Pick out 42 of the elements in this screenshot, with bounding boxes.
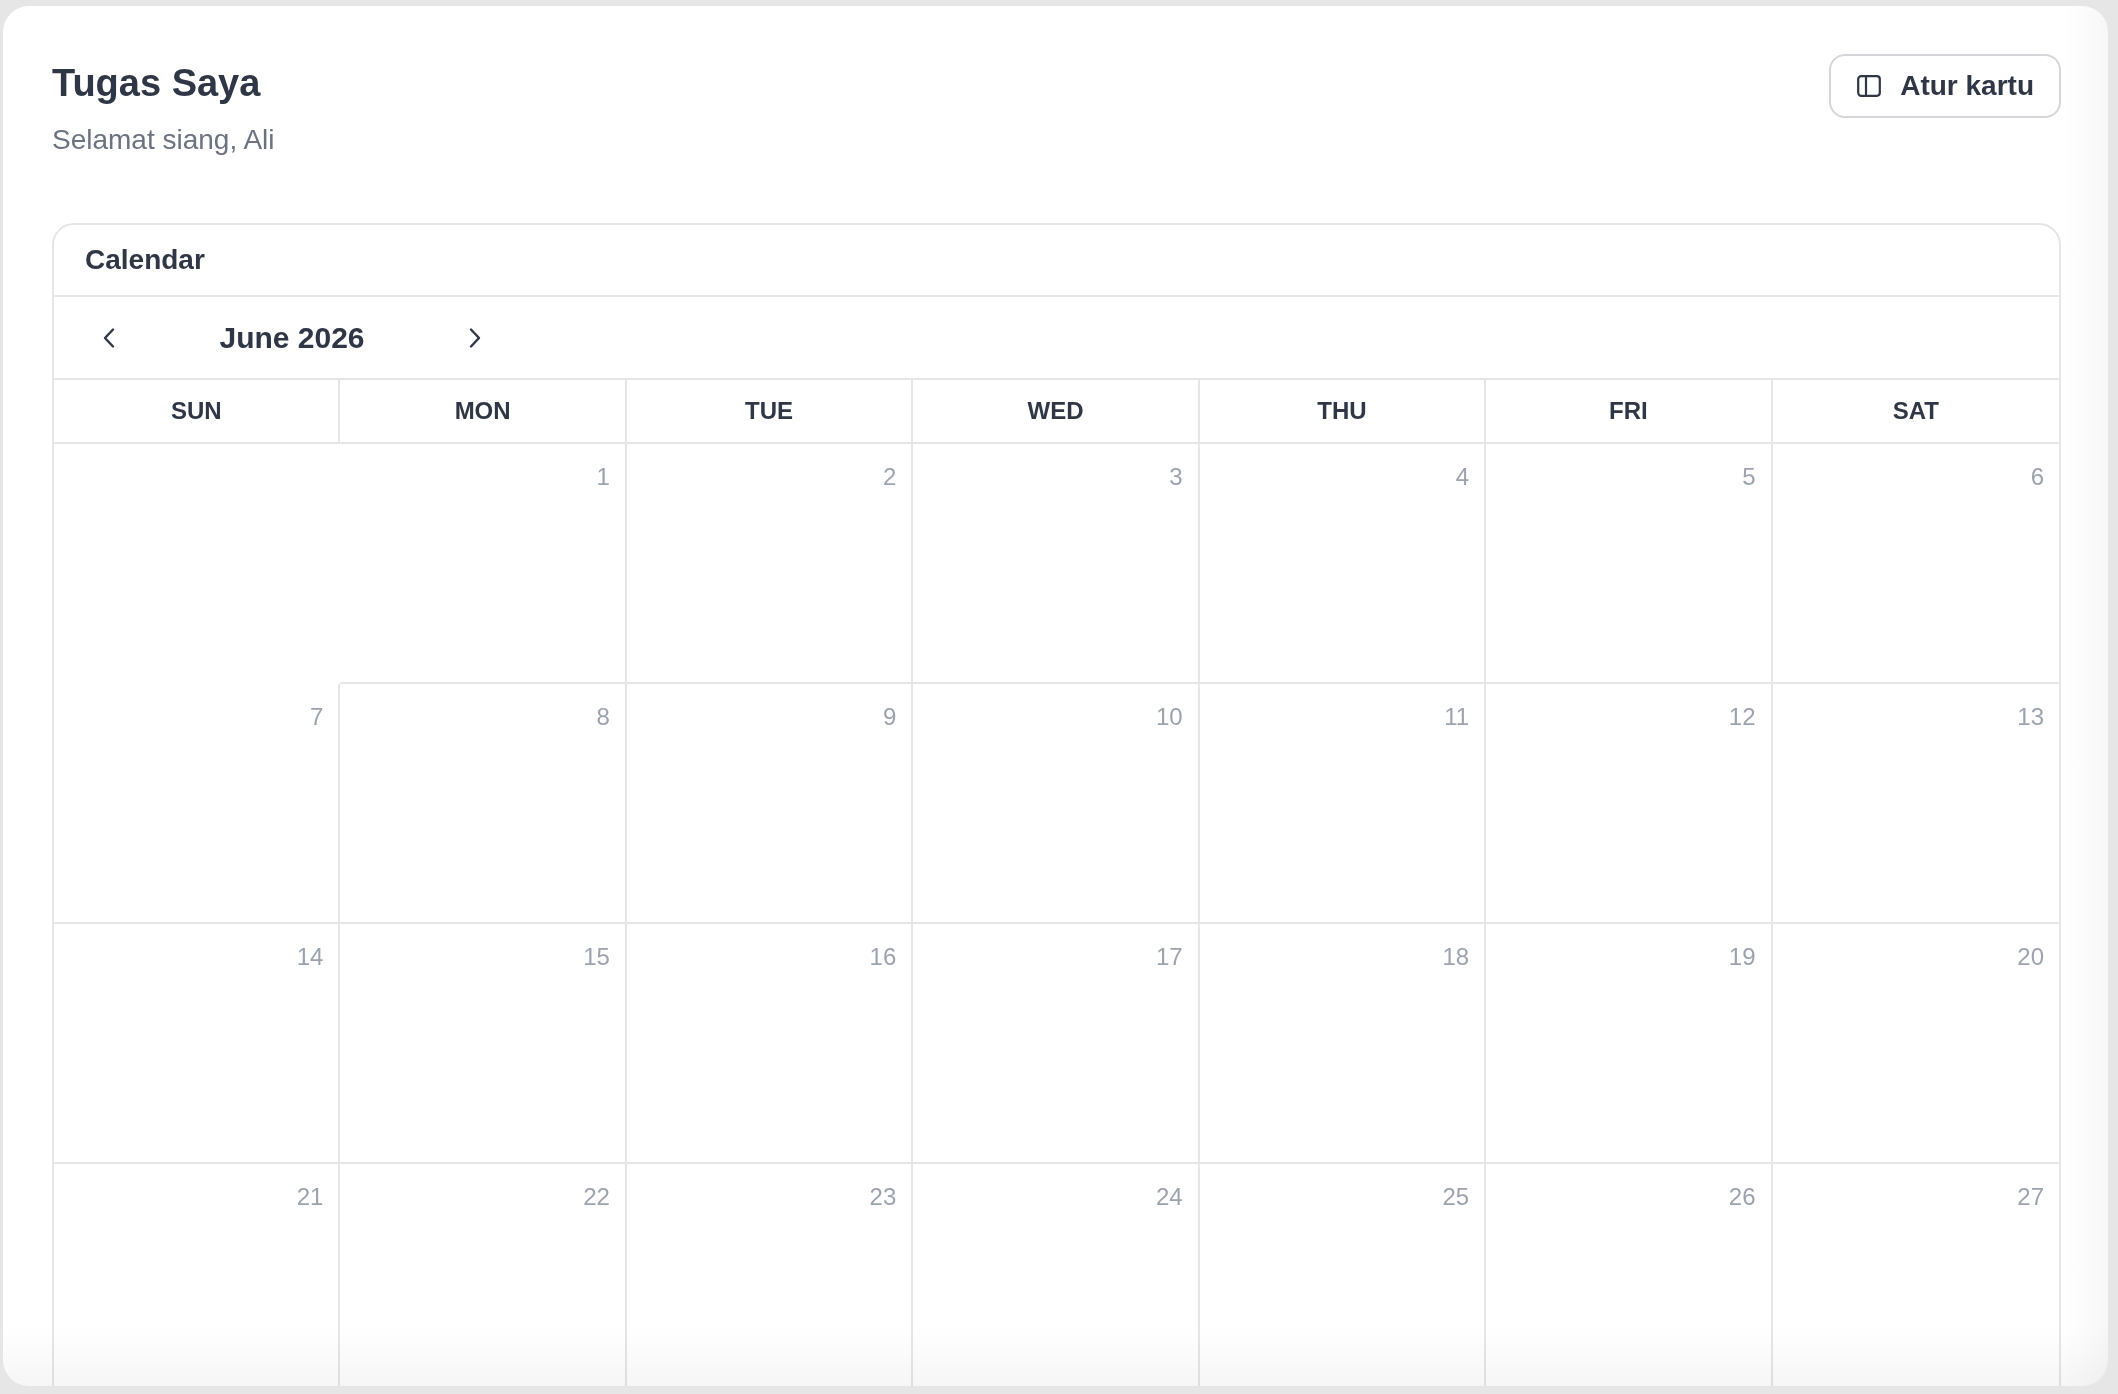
- day-number: 13: [2017, 703, 2044, 732]
- day-number: 23: [869, 1183, 897, 1212]
- day-number: 25: [1442, 1183, 1470, 1212]
- day-number: 10: [1156, 703, 1183, 732]
- chevron-right-icon: [468, 326, 482, 349]
- day-number: 2: [882, 463, 897, 492]
- day-number: 21: [296, 1183, 324, 1212]
- day-number: 9: [882, 703, 897, 732]
- day-number: 24: [1156, 1183, 1183, 1212]
- arrange-cards-button[interactable]: Atur kartu: [1829, 54, 2061, 118]
- day-number: 11: [1444, 703, 1470, 732]
- day-number: 8: [596, 703, 610, 732]
- day-number: 26: [1728, 1183, 1756, 1212]
- chevron-left-icon: [102, 326, 116, 349]
- day-number: 3: [1169, 463, 1183, 492]
- weekday-label: THU: [1317, 397, 1367, 426]
- weekday-label: FRI: [1609, 397, 1648, 426]
- greeting-text: Selamat siang, Ali: [52, 122, 275, 157]
- day-number: 5: [1742, 463, 1756, 492]
- weekday-label: SUN: [170, 397, 222, 426]
- day-number: 19: [1728, 943, 1756, 972]
- day-number: 14: [296, 943, 324, 972]
- page-title: Tugas Saya: [52, 61, 262, 106]
- day-number: 17: [1156, 943, 1183, 972]
- month-label: June 2026: [218, 320, 366, 355]
- day-number: 6: [2030, 463, 2044, 492]
- day-number: 18: [1442, 943, 1470, 972]
- weekday-label: SAT: [1892, 397, 1939, 426]
- day-number: 12: [1728, 703, 1756, 732]
- day-number: 15: [583, 943, 610, 972]
- day-number: 4: [1455, 463, 1470, 492]
- weekday-label: MON: [454, 397, 511, 426]
- layout-icon: [1857, 75, 1882, 97]
- day-number: 27: [2017, 1183, 2044, 1212]
- day-number: 1: [596, 463, 610, 492]
- day-number: 20: [2017, 943, 2044, 972]
- weekday-label: WED: [1027, 397, 1084, 426]
- day-number: 7: [310, 703, 324, 732]
- weekday-label: TUE: [745, 397, 794, 426]
- day-number: 16: [869, 943, 897, 972]
- card-title: Calendar: [85, 244, 205, 277]
- day-number: 22: [583, 1183, 610, 1212]
